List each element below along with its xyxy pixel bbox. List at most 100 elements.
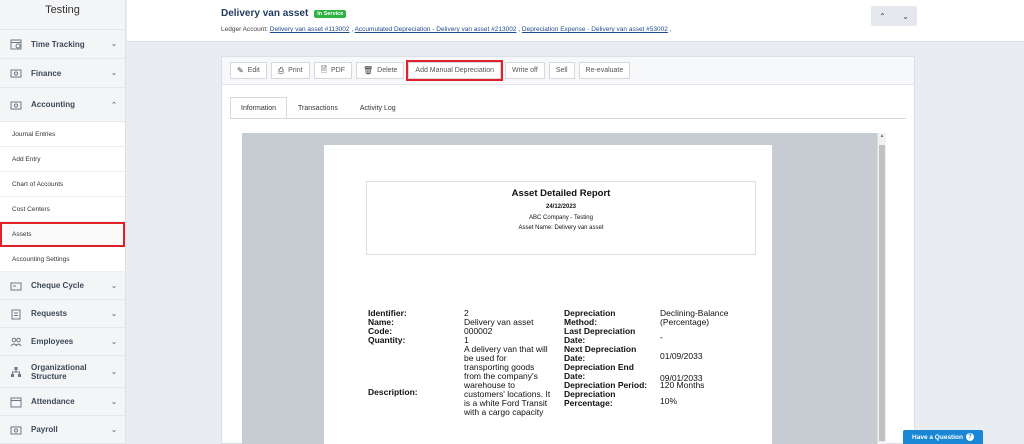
pdf-label: PDF xyxy=(331,67,346,74)
sidebar-item-attendance[interactable]: Attendance ⌄ xyxy=(0,388,125,416)
ledger-accounts: Ledger Account: Delivery van asset #1130… xyxy=(221,26,672,33)
delete-label: Delete xyxy=(377,67,398,74)
pdf-button[interactable]: 🗎 PDF xyxy=(313,62,353,79)
next-depreciation-value: 01/09/2033 xyxy=(660,351,703,361)
page-header: Delivery van asset In Service Ledger Acc… xyxy=(127,0,1024,42)
page-title: Delivery van asset xyxy=(221,8,309,19)
trash-icon: 🗑 xyxy=(363,66,374,75)
sidebar-item-label: Time Tracking xyxy=(31,39,85,49)
add-manual-depreciation-button[interactable]: Add Manual Depreciation xyxy=(406,60,504,81)
question-icon: ? xyxy=(965,433,974,441)
report-page: Asset Detailed Report 24/12/2023 ABC Com… xyxy=(324,145,772,444)
tab-divider xyxy=(230,118,906,119)
sidebar-item-payroll[interactable]: Payroll ⌄ xyxy=(0,416,125,444)
depreciation-method-value-2: (Percentage) xyxy=(660,317,710,327)
sidebar-item-requests[interactable]: Requests ⌄ xyxy=(0,300,125,328)
print-label: Print xyxy=(288,67,303,74)
help-label: Have a Question xyxy=(912,433,963,441)
sidebar-item-accounting[interactable]: Accounting ⌃ xyxy=(0,88,125,122)
content-panel: ✎ Edit ⎙ Print 🗎 PDF 🗑 Delete Add Manual Dep… xyxy=(221,56,915,444)
sidebar-item-label: Employees xyxy=(31,337,74,346)
sidebar-item-organizational-structure[interactable]: Organizational Structure ⌄ xyxy=(0,356,125,388)
write-off-button[interactable]: Write off xyxy=(505,62,545,79)
chevron-down-icon: ⌄ xyxy=(111,338,117,346)
depreciation-percentage-label-2: Percentage: xyxy=(564,398,613,408)
money-icon xyxy=(9,67,23,79)
chevron-down-icon: ⌄ xyxy=(111,426,117,434)
have-a-question-button[interactable]: Have a Question ? xyxy=(903,430,983,444)
re-evaluate-button[interactable]: Re-evaluate xyxy=(578,62,631,79)
description-label: Description: xyxy=(368,387,418,397)
quantity-label: Quantity: xyxy=(368,335,406,345)
sidebar-subitem-journal-entries[interactable]: Journal Entries xyxy=(0,122,125,147)
chevron-up-icon[interactable]: ⌃ xyxy=(879,12,886,21)
org-chart-icon xyxy=(9,366,23,378)
sidebar-subitem-add-entry[interactable]: Add Entry xyxy=(0,147,125,172)
tab-transactions[interactable]: Transactions xyxy=(287,97,349,119)
calendar-icon xyxy=(9,396,23,408)
payroll-icon xyxy=(9,424,23,436)
sidebar-item-label: Requests xyxy=(31,309,68,318)
tab-activity-log[interactable]: Activity Log xyxy=(349,97,407,119)
printer-icon: ⎙ xyxy=(277,65,285,75)
sidebar-item-time-tracking[interactable]: Time Tracking ⌄ xyxy=(0,30,125,59)
print-button[interactable]: ⎙ Print xyxy=(270,62,310,79)
sidebar-item-label: Accounting xyxy=(31,100,75,109)
scroll-up-arrow-icon[interactable]: ▲ xyxy=(878,133,886,142)
depreciation-period-value: 120 Months xyxy=(660,380,705,390)
users-icon xyxy=(9,336,23,348)
pdf-file-icon: 🗎 xyxy=(320,64,328,74)
last-depreciation-value: - xyxy=(660,332,663,342)
ledger-link-asset[interactable]: Delivery van asset #113002 xyxy=(270,26,350,33)
record-navigation: ⌃ ⌄ xyxy=(871,6,917,26)
sidebar-subitem-assets[interactable]: Assets xyxy=(0,222,125,247)
sidebar-item-label: Attendance xyxy=(31,397,75,406)
report-company: ABC Company - Testing xyxy=(529,215,593,221)
sidebar-item-finance[interactable]: Finance ⌄ xyxy=(0,59,125,88)
ledger-link-accumulated-depreciation[interactable]: Accumulated Depreciation - Delivery van … xyxy=(355,26,517,33)
viewer-scrollbar[interactable]: ▲ xyxy=(877,133,886,444)
chevron-down-icon: ⌄ xyxy=(111,41,117,48)
tab-information[interactable]: Information xyxy=(230,97,288,119)
sidebar-item-label: Payroll xyxy=(31,425,58,434)
sidebar-subitem-accounting-settings[interactable]: Accounting Settings xyxy=(0,247,125,272)
chevron-down-icon: ⌄ xyxy=(111,70,117,77)
tab-bar: Information Transactions Activity Log xyxy=(230,97,407,119)
brand-name: Testing xyxy=(0,0,125,30)
edit-label: Edit xyxy=(247,67,260,74)
report-asset-name: Asset Name: Delivery van asset xyxy=(518,225,604,231)
main-area: Delivery van asset In Service Ledger Acc… xyxy=(127,0,1024,444)
scrollbar-thumb[interactable] xyxy=(879,145,885,441)
chevron-down-icon: ⌄ xyxy=(111,310,117,318)
chevron-down-icon: ⌄ xyxy=(111,368,117,376)
sidebar-item-label: Cheque Cycle xyxy=(31,281,84,290)
pencil-icon: ✎ xyxy=(237,66,244,75)
calendar-clock-icon xyxy=(9,38,23,50)
sidebar: Testing Time Tracking ⌄ Finance ⌄ Accoun… xyxy=(0,0,126,444)
chevron-up-icon: ⌃ xyxy=(111,101,117,109)
sidebar-subitem-cost-centers[interactable]: Cost Centers xyxy=(0,197,125,222)
clipboard-icon xyxy=(9,308,23,320)
sidebar-item-employees[interactable]: Employees ⌄ xyxy=(0,328,125,356)
report-header: Asset Detailed Report 24/12/2023 ABC Com… xyxy=(366,181,756,255)
chevron-down-icon: ⌄ xyxy=(111,282,117,290)
delete-button[interactable]: 🗑 Delete xyxy=(356,62,405,79)
ledger-label: Ledger Account: xyxy=(221,26,268,33)
description-line: with a cargo capacity xyxy=(464,407,544,417)
sell-button[interactable]: Sell xyxy=(548,62,575,79)
title-row: Delivery van asset In Service xyxy=(221,8,347,19)
depreciation-percentage-value: 10% xyxy=(660,396,678,406)
cheque-icon xyxy=(9,280,23,292)
sidebar-item-cheque-cycle[interactable]: Cheque Cycle ⌄ xyxy=(0,272,125,300)
report-title: Asset Detailed Report xyxy=(511,188,611,199)
sidebar-item-label: Finance xyxy=(31,68,62,78)
sidebar-subitem-chart-of-accounts[interactable]: Chart of Accounts xyxy=(0,172,125,197)
edit-button[interactable]: ✎ Edit xyxy=(230,62,267,79)
sidebar-item-label: Organizational Structure xyxy=(31,362,87,381)
chevron-down-icon[interactable]: ⌄ xyxy=(902,12,909,21)
accounting-icon xyxy=(9,99,23,111)
ledger-link-depreciation-expense[interactable]: Depreciation Expense - Delivery van asse… xyxy=(522,26,668,33)
accounting-submenu: Journal Entries Add Entry Chart of Accou… xyxy=(0,122,125,272)
report-date: 24/12/2023 xyxy=(545,204,577,210)
status-badge: In Service xyxy=(314,9,347,18)
